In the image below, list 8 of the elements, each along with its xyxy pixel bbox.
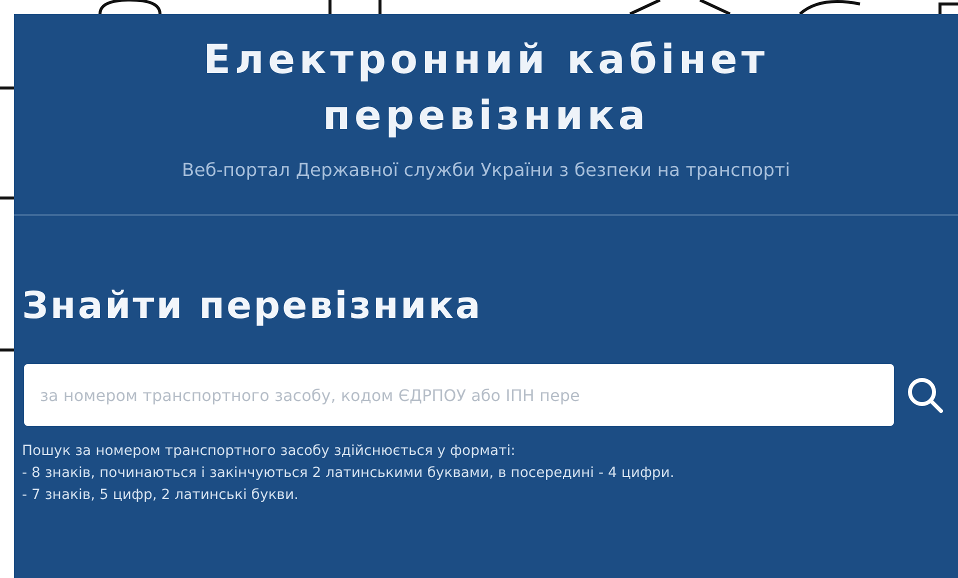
page-title: Електронний кабінет перевізника (202, 36, 770, 141)
section-heading: Знайти перевізника (22, 283, 484, 329)
help-text: - 7 знаків, 5 цифр, 2 латинські букви. (22, 486, 300, 505)
search-icon[interactable] (906, 376, 944, 414)
subtitle: Веб-портал Державної служби України з безпеки на транспорті (180, 160, 792, 181)
search-field[interactable]: за номером транспортного засобу, кодом ЄДРПОУ або ІПН пере (24, 364, 894, 426)
help-text: - 8 знаків, починаються і закінчуються 2 латинськими буквами, в посередині - 4 цифри. (22, 464, 676, 483)
help-text: Пошук за номером транспортного засобу здійснюється у форматі: (22, 442, 516, 461)
